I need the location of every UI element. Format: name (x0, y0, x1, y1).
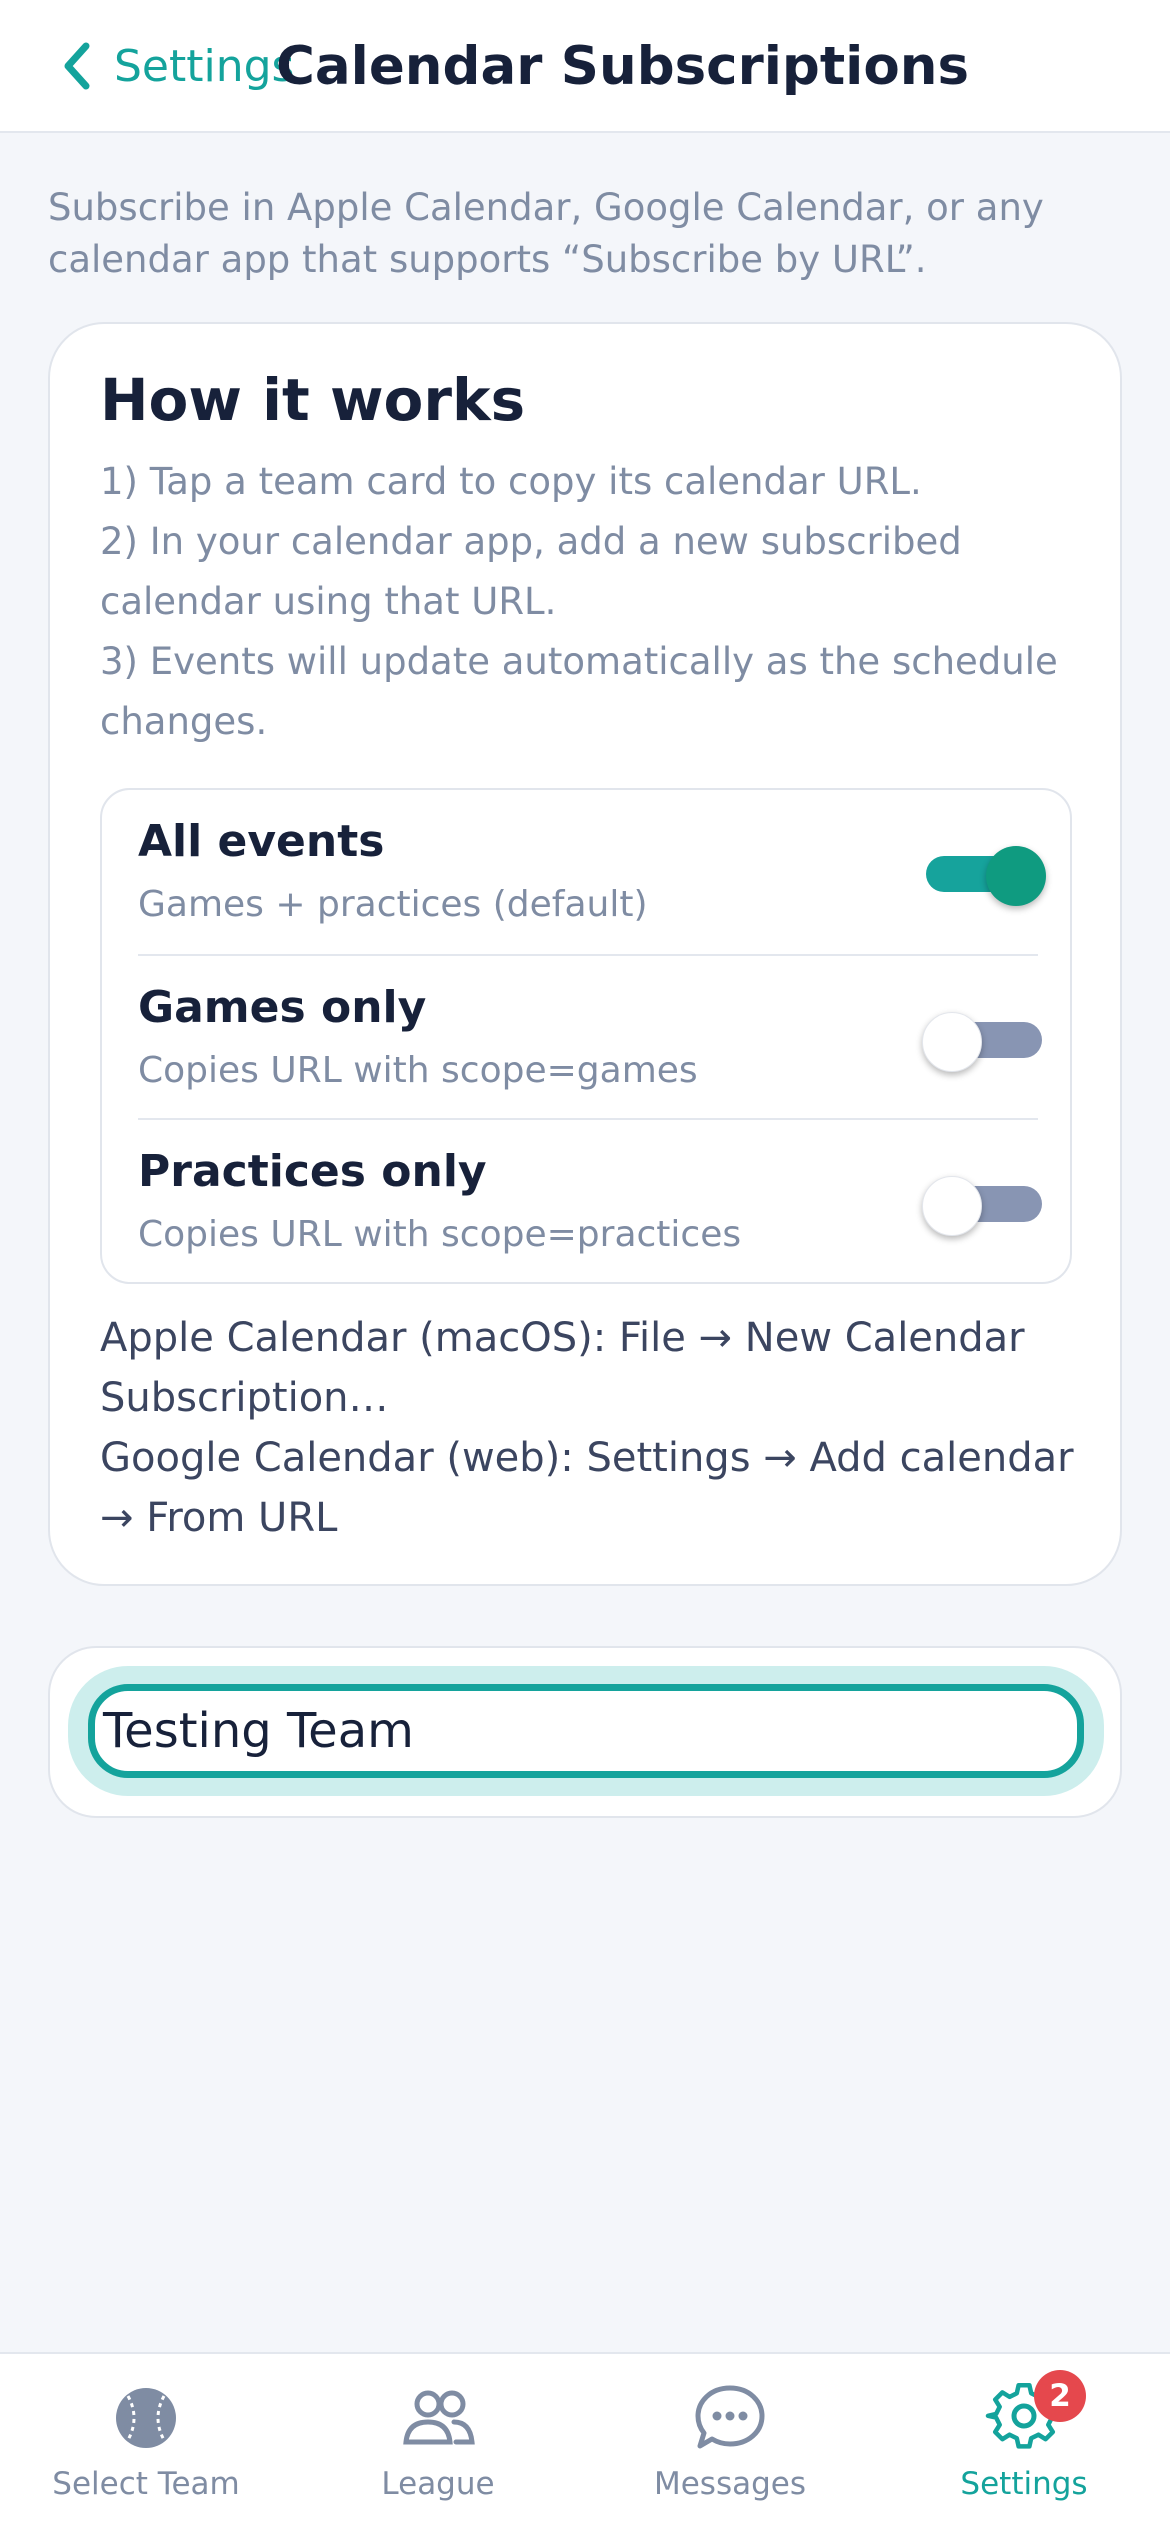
tab-messages[interactable]: Messages (600, 2378, 860, 2518)
tip-apple: Apple Calendar (macOS): File → New Calen… (100, 1315, 1025, 1421)
tab-bar: Select Team League Messages 2 Settings (0, 2352, 1170, 2532)
tab-label: Messages (653, 2466, 807, 2502)
back-button[interactable]: Settings (56, 28, 294, 104)
step-3: 3) Events will update automatically as t… (100, 640, 1058, 743)
option-name: Games only (138, 982, 427, 1033)
notification-badge: 2 (1034, 2370, 1086, 2422)
tab-settings[interactable]: 2 Settings (894, 2370, 1154, 2518)
intro-text: Subscribe in Apple Calendar, Google Cale… (48, 186, 1044, 281)
option-name: All events (138, 816, 385, 867)
toggle-knob (922, 1176, 982, 1236)
practices-only-toggle[interactable] (922, 1176, 1046, 1236)
people-icon (398, 2378, 478, 2458)
option-practices-only[interactable]: Practices only Copies URL with scope=pra… (138, 1118, 1042, 1282)
steps-list: 1) Tap a team card to copy its calendar … (100, 452, 1080, 752)
all-events-toggle[interactable] (922, 846, 1046, 906)
tab-label: Select Team (52, 2466, 240, 2502)
tab-select-team[interactable]: Select Team (16, 2378, 276, 2518)
tab-label: Settings (960, 2466, 1088, 2502)
tab-label: League (381, 2466, 495, 2502)
focus-ring: Testing Team (68, 1666, 1104, 1796)
option-games-only[interactable]: Games only Copies URL with scope=games (138, 954, 1042, 1118)
baseball-icon (106, 2378, 186, 2458)
team-list-card: Testing Team (48, 1646, 1122, 1818)
chat-bubble-icon (690, 2378, 770, 2458)
toggle-knob (922, 1012, 982, 1072)
option-desc: Copies URL with scope=practices (138, 1214, 742, 1255)
games-only-toggle[interactable] (922, 1012, 1046, 1072)
option-all-events[interactable]: All events Games + practices (default) (138, 790, 1046, 954)
page-title: Calendar Subscriptions (276, 35, 970, 97)
step-2: 2) In your calendar app, add a new subsc… (100, 520, 962, 623)
tab-league[interactable]: League (308, 2378, 568, 2518)
step-1: 1) Tap a team card to copy its calendar … (100, 460, 922, 503)
option-desc: Copies URL with scope=games (138, 1050, 698, 1091)
tip-google: Google Calendar (web): Settings → Add ca… (100, 1435, 1074, 1541)
calendar-tips: Apple Calendar (macOS): File → New Calen… (100, 1308, 1100, 1548)
how-it-works-heading: How it works (100, 366, 526, 434)
how-it-works-card: How it works 1) Tap a team card to copy … (48, 322, 1122, 1586)
scope-options: All events Games + practices (default) G… (100, 788, 1072, 1284)
gear-icon: 2 (984, 2370, 1086, 2458)
team-card-button[interactable]: Testing Team (88, 1684, 1084, 1778)
nav-header: Settings Calendar Subscriptions (0, 0, 1170, 133)
back-button-label: Settings (114, 40, 295, 92)
option-name: Practices only (138, 1146, 487, 1197)
option-desc: Games + practices (default) (138, 884, 648, 925)
chevron-left-icon (64, 42, 90, 90)
toggle-knob (986, 846, 1046, 906)
